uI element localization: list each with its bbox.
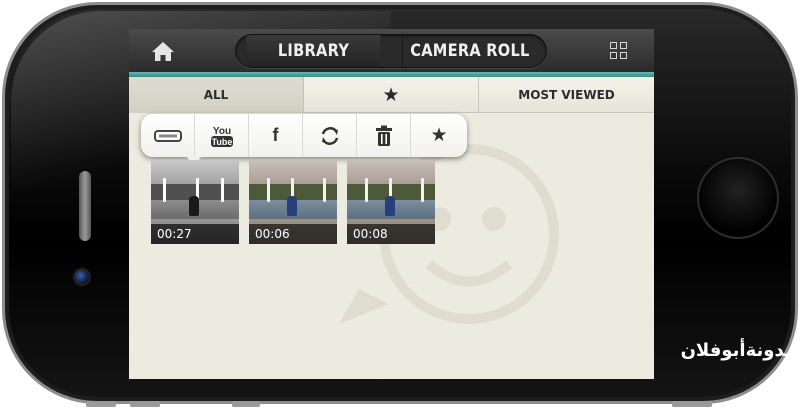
facebook-button[interactable]: f	[249, 114, 303, 157]
child-figure	[287, 196, 297, 216]
delete-button[interactable]	[357, 114, 411, 157]
volume-button[interactable]	[86, 401, 116, 407]
trash-icon	[375, 125, 392, 146]
power-button[interactable]	[672, 401, 712, 407]
fountain-jet	[421, 178, 424, 202]
share-button[interactable]	[141, 114, 195, 157]
share-icon	[153, 129, 182, 142]
svg-text:Tube: Tube	[211, 137, 232, 147]
app-screen: LIBRARY CAMERA ROLL ALL ★ MOST VIEWED Yo…	[129, 29, 654, 379]
youtube-button[interactable]: You Tube	[195, 114, 249, 157]
star-icon: ★	[430, 125, 448, 146]
svg-text:You: You	[212, 126, 230, 137]
tab-most-viewed[interactable]: MOST VIEWED	[479, 77, 654, 113]
front-camera	[73, 268, 91, 286]
volume-button[interactable]	[130, 401, 160, 407]
grid-icon[interactable]	[610, 42, 628, 60]
video-duration: 00:06	[249, 224, 337, 244]
video-duration: 00:08	[347, 224, 435, 244]
facebook-icon: f	[272, 125, 279, 145]
fountain-jet	[163, 178, 166, 202]
library-camera-segmented-control: LIBRARY CAMERA ROLL	[235, 34, 547, 68]
tab-all[interactable]: ALL	[129, 77, 304, 113]
fountain-jet	[267, 178, 270, 202]
tab-library[interactable]: LIBRARY	[246, 35, 381, 67]
action-popover: You Tube f ★	[141, 114, 467, 157]
favorite-button[interactable]: ★	[411, 114, 467, 157]
child-figure	[385, 196, 395, 216]
filter-tabs: ALL ★ MOST VIEWED	[129, 77, 654, 113]
child-figure	[189, 196, 199, 216]
video-thumbnail[interactable]: 00:08	[347, 160, 435, 244]
fountain-jet	[323, 178, 326, 202]
earpiece-speaker	[79, 171, 91, 241]
mute-switch[interactable]	[232, 401, 260, 407]
video-duration: 00:27	[151, 224, 239, 244]
tab-camera-roll[interactable]: CAMERA ROLL	[401, 35, 537, 67]
video-thumbnail[interactable]: 00:27	[151, 160, 239, 244]
home-icon[interactable]	[149, 39, 177, 63]
refresh-icon	[321, 126, 338, 145]
blog-watermark-text: مدونةأبوفلان	[680, 340, 796, 361]
refresh-button[interactable]	[303, 114, 357, 157]
video-thumbnail[interactable]: 00:06	[249, 160, 337, 244]
fountain-jet	[221, 178, 224, 202]
youtube-icon: You Tube	[210, 126, 233, 147]
home-hardware-button[interactable]	[697, 157, 779, 239]
fountain-jet	[365, 178, 368, 202]
tab-favorites[interactable]: ★	[304, 77, 479, 113]
top-navigation-bar: LIBRARY CAMERA ROLL	[129, 29, 654, 72]
